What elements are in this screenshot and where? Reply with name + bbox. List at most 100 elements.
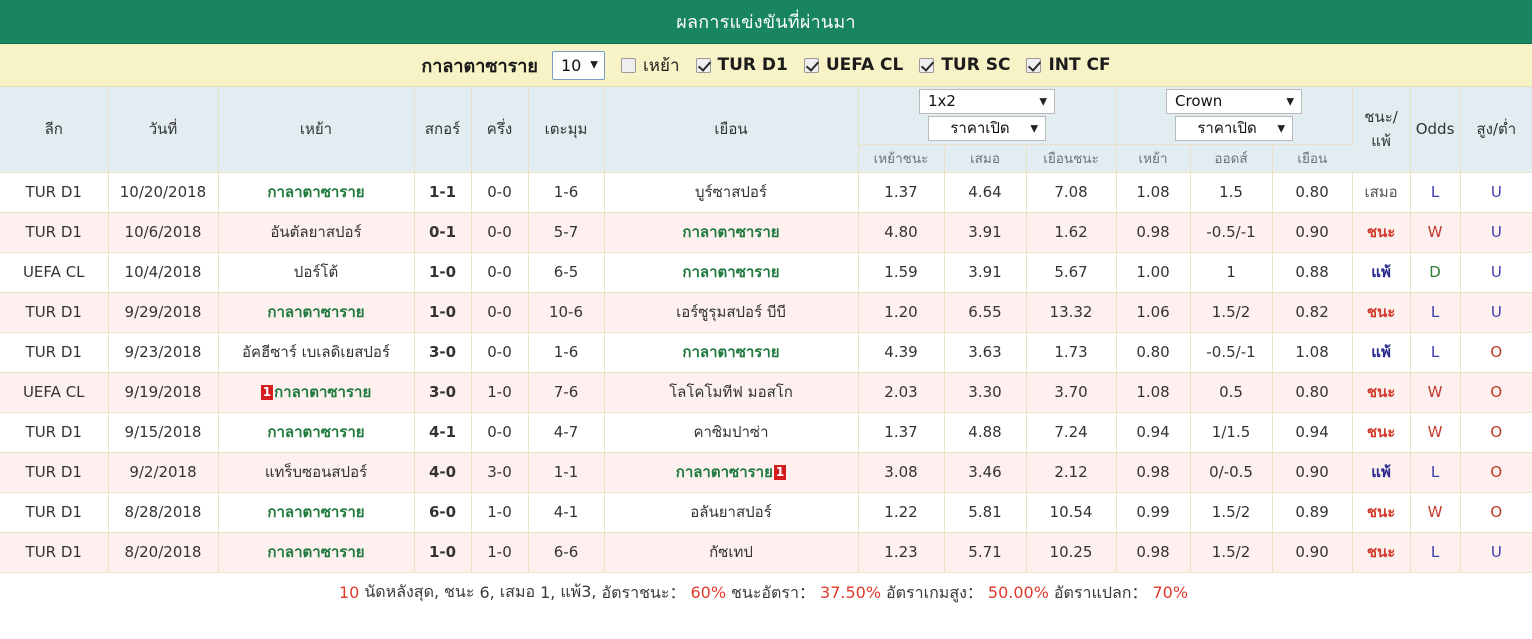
table-row[interactable]: UEFA CL 9/19/2018 1 กาลาตาซาราย 3-0 1-0 7-6 โลโ… [0, 372, 1532, 413]
cell-away-team[interactable]: อลันยาสปอร์ [604, 492, 859, 533]
sub-header-away-win: เยือนชนะ [1026, 143, 1117, 173]
checkbox-int-cf-icon[interactable] [1026, 57, 1042, 73]
summary-matches-label: นัดหลังสุด, [364, 582, 440, 601]
cell-home-team[interactable]: กาลาตาซาราย [218, 172, 415, 213]
cell-result: ชนะ [1352, 492, 1411, 533]
team-name: กาลาตาซาราย [682, 223, 780, 241]
market-select-wrap[interactable]: 1x2 ▼ [919, 89, 1056, 115]
market-select[interactable]: 1x2 [919, 89, 1056, 115]
bookmaker-select-wrap[interactable]: Crown ▼ [1166, 89, 1303, 115]
cell-away-team[interactable]: กัซเทป [604, 532, 859, 573]
cell-away-team[interactable]: กาลาตาซาราย 1 [604, 452, 859, 493]
cell-half: 3-0 [471, 452, 529, 493]
team-cell-content: กาลาตาซาราย [605, 220, 858, 244]
cell-league: TUR D1 [0, 292, 109, 333]
team-name: กาลาตาซาราย [682, 263, 780, 281]
cell-away-team[interactable]: กาลาตาซาราย [604, 252, 859, 293]
cell-odds-away-win: 3.70 [1026, 372, 1117, 413]
cell-odds-draw: 5.81 [944, 492, 1027, 533]
cell-ah-line: 1 [1190, 252, 1273, 293]
cell-ah-home: 0.99 [1116, 492, 1191, 533]
team-cell-content: บูร์ซาสปอร์ [605, 180, 858, 204]
cell-odds-away-win: 2.12 [1026, 452, 1117, 493]
cell-home-team[interactable]: กาลาตาซาราย [218, 292, 415, 333]
price-type-select-2[interactable]: ราคาเปิด [1175, 116, 1294, 142]
red-card-badge: 1 [773, 464, 787, 480]
cell-away-team[interactable]: กาลาตาซาราย [604, 332, 859, 373]
cell-away-team[interactable]: กาลาตาซาราย [604, 212, 859, 253]
cell-corner: 4-1 [528, 492, 605, 533]
cell-corner: 1-1 [528, 452, 605, 493]
cell-league: TUR D1 [0, 412, 109, 453]
cell-ah-line: 1.5/2 [1190, 292, 1273, 333]
cell-odds-home-win: 1.20 [858, 292, 945, 333]
cell-home-team[interactable]: อันตัลยาสปอร์ [218, 212, 415, 253]
cell-home-team[interactable]: อัคฮีซาร์ เบเลดิเยสปอร์ [218, 332, 415, 373]
cell-ah-home: 1.00 [1116, 252, 1191, 293]
summary-winrate-label: อัตราชนะ： [601, 583, 686, 602]
cell-corner: 1-6 [528, 172, 605, 213]
cell-score: 1-0 [414, 292, 472, 333]
cell-odds-draw: 3.91 [944, 212, 1027, 253]
cell-home-team[interactable]: กาลาตาซาราย [218, 412, 415, 453]
cell-date: 9/15/2018 [108, 412, 219, 453]
cell-date: 9/29/2018 [108, 292, 219, 333]
price-type-select-1-wrap[interactable]: ราคาเปิด ▼ [928, 116, 1047, 142]
price-type-select-1[interactable]: ราคาเปิด [928, 116, 1047, 142]
cell-away-team[interactable]: เอร์ซูรุมสปอร์ บีบี [604, 292, 859, 333]
table-row[interactable]: TUR D1 9/29/2018 กาลาตาซาราย 1-0 0-0 10-6 เอร์… [0, 292, 1532, 333]
cell-home-team[interactable]: แทร็บซอนสปอร์ [218, 452, 415, 493]
cell-odds-home-win: 3.08 [858, 452, 945, 493]
price-type-select-2-wrap[interactable]: ราคาเปิด ▼ [1175, 116, 1294, 142]
cell-odds-draw: 4.88 [944, 412, 1027, 453]
table-row[interactable]: TUR D1 10/20/2018 กาลาตาซาราย 1-1 0-0 1-6 บูร์… [0, 172, 1532, 213]
cell-ah-line: 1.5 [1190, 172, 1273, 213]
checkbox-home-icon[interactable] [620, 57, 636, 73]
cell-ah-away: 0.82 [1272, 292, 1353, 333]
cell-half: 1-0 [471, 532, 529, 573]
table-row[interactable]: TUR D1 9/2/2018 แทร็บซอนสปอร์ 4-0 3-0 1-1 กาลา… [0, 452, 1532, 493]
team-cell-content: ปอร์โต้ [219, 260, 414, 284]
team-cell-content: กัซเทป [605, 540, 858, 564]
cell-home-team[interactable]: กาลาตาซาราย [218, 492, 415, 533]
cell-half: 0-0 [471, 172, 529, 213]
filter-checkbox-uefa-cl[interactable]: UEFA CL [803, 55, 903, 75]
sub-header-ah-away: เยือน [1272, 143, 1353, 173]
cell-away-team[interactable]: คาซิมปาซ่า [604, 412, 859, 453]
table-row[interactable]: UEFA CL 10/4/2018 ปอร์โต้ 1-0 0-0 6-5 กาลาตาซา… [0, 252, 1532, 293]
cell-date: 9/23/2018 [108, 332, 219, 373]
filter-checkbox-tur-sc[interactable]: TUR SC [919, 55, 1010, 75]
summary-ah-rate-label: ชนะอัตรา： [731, 583, 816, 602]
cell-ah-home: 0.80 [1116, 332, 1191, 373]
filter-label-tur-d1: TUR D1 [717, 55, 788, 75]
team-cell-content: กาลาตาซาราย [219, 180, 414, 204]
checkbox-tur-sc-icon[interactable] [919, 57, 935, 73]
team-name: อลันยาสปอร์ [690, 503, 772, 521]
cell-home-team[interactable]: ปอร์โต้ [218, 252, 415, 293]
filter-checkbox-tur-d1[interactable]: TUR D1 [695, 55, 788, 75]
filter-checkbox-int-cf[interactable]: INT CF [1026, 55, 1111, 75]
cell-over-under: O [1460, 372, 1532, 413]
table-row[interactable]: TUR D1 10/6/2018 อันตัลยาสปอร์ 0-1 0-0 5-7 กาล… [0, 212, 1532, 253]
cell-away-team[interactable]: โลโคโมทีฟ มอสโก [604, 372, 859, 413]
summary-draw-count: 1, [540, 583, 556, 602]
cell-away-team[interactable]: บูร์ซาสปอร์ [604, 172, 859, 213]
table-row[interactable]: TUR D1 9/15/2018 กาลาตาซาราย 4-1 0-0 4-7 คาซิม… [0, 412, 1532, 453]
cell-home-team[interactable]: กาลาตาซาราย [218, 532, 415, 573]
table-row[interactable]: TUR D1 8/20/2018 กาลาตาซาราย 1-0 1-0 6-6 กัซเท… [0, 532, 1532, 573]
team-cell-content: กาลาตาซาราย [605, 260, 858, 284]
bookmaker-select[interactable]: Crown [1166, 89, 1303, 115]
cell-home-team[interactable]: 1 กาลาตาซาราย [218, 372, 415, 413]
checkbox-uefa-cl-icon[interactable] [803, 57, 819, 73]
match-count-select-wrap[interactable]: 10 ▼ [551, 50, 605, 80]
match-count-select[interactable]: 10 [551, 50, 605, 80]
cell-result: ชนะ [1352, 412, 1411, 453]
filter-checkbox-home[interactable]: เหย้า [620, 52, 680, 79]
table-row[interactable]: TUR D1 8/28/2018 กาลาตาซาราย 6-0 1-0 4-1 อลันย… [0, 492, 1532, 533]
cell-odds-home-win: 1.22 [858, 492, 945, 533]
checkbox-tur-d1-icon[interactable] [695, 57, 711, 73]
cell-score: 1-0 [414, 252, 472, 293]
cell-corner: 6-6 [528, 532, 605, 573]
cell-odds-draw: 4.64 [944, 172, 1027, 213]
table-row[interactable]: TUR D1 9/23/2018 อัคฮีซาร์ เบเลดิเยสปอร์ 3-… [0, 332, 1532, 373]
